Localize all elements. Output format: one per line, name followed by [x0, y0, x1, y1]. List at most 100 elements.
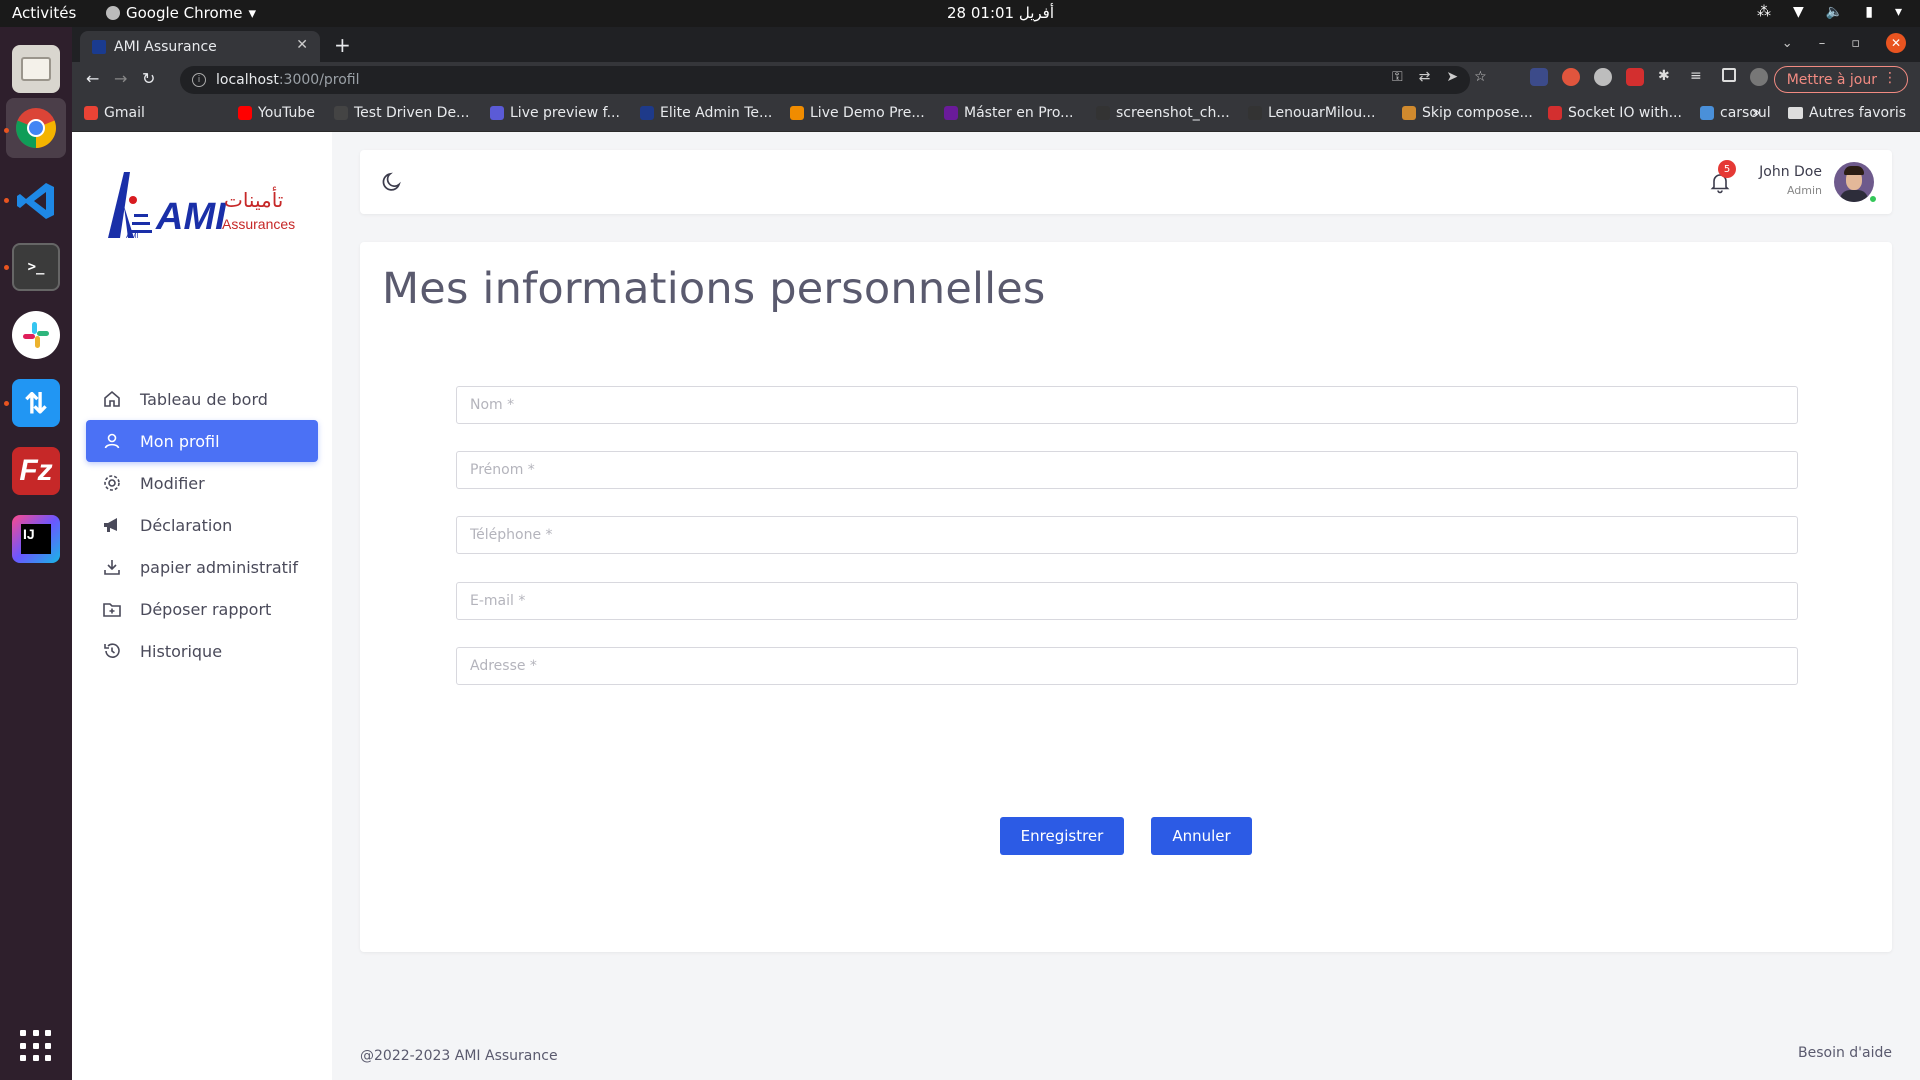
history-icon	[102, 641, 122, 661]
bookmark-label: Skip compose...	[1422, 105, 1533, 121]
slack-app-icon[interactable]	[12, 311, 60, 359]
sidebar-item-deposer-rapport[interactable]: Déposer rapport	[86, 588, 318, 630]
top-header: 5 John Doe Admin	[360, 150, 1892, 214]
translate-icon[interactable]: ⇄	[1419, 69, 1431, 85]
address-bar[interactable]: i localhost:3000/profil	[180, 66, 1470, 94]
user-role: Admin	[1786, 184, 1822, 197]
show-apps-icon[interactable]	[20, 1030, 52, 1062]
prenom-field[interactable]	[456, 451, 1798, 489]
extensions-area: ✱ ≡	[1530, 68, 1768, 86]
bookmark-star-icon[interactable]: ☆	[1474, 69, 1487, 85]
close-window-button[interactable]: ✕	[1886, 33, 1906, 53]
ami-logo[interactable]: AMI AMI تأمينات Assurances	[104, 166, 295, 246]
back-button[interactable]: ←	[86, 69, 99, 88]
system-tray[interactable]: ⁂ ▼ 🔈 ▮ ▾	[1757, 4, 1902, 20]
app-page: AMI AMI تأمينات Assurances Tableau de bo…	[72, 132, 1920, 1080]
bookmark-item[interactable]: Gmail	[84, 105, 145, 121]
tab-title: AMI Assurance	[114, 38, 217, 55]
user-name[interactable]: John Doe	[1759, 164, 1822, 180]
adresse-field[interactable]	[456, 647, 1798, 685]
save-button[interactable]: Enregistrer	[1000, 817, 1124, 855]
clock[interactable]: 28 أفريل 01:01	[947, 4, 1054, 22]
extension-pen-icon[interactable]	[1530, 68, 1548, 86]
close-tab-icon[interactable]: ✕	[296, 37, 308, 53]
bookmark-item[interactable]: Test Driven De...	[334, 105, 469, 121]
bookmark-label: Máster en Pro...	[964, 105, 1074, 121]
chrome-icon	[16, 108, 56, 148]
bookmark-label: Socket IO with...	[1568, 105, 1682, 121]
vscode-icon	[17, 183, 54, 219]
update-chrome-button[interactable]: Mettre à jour ⋮	[1773, 66, 1908, 93]
bookmark-item[interactable]: Skip compose...	[1402, 105, 1533, 121]
reload-button[interactable]: ↻	[142, 69, 155, 88]
telephone-field[interactable]	[456, 516, 1798, 554]
browser-toolbar: ← → ↻ i localhost:3000/profil ⚿ ⇄ ➤ ☆ ✱ …	[72, 62, 1920, 97]
cancel-button[interactable]: Annuler	[1151, 817, 1252, 855]
sidebar-item-mon-profil[interactable]: Mon profil	[86, 420, 318, 462]
minimize-button[interactable]: –	[1819, 36, 1826, 51]
email-field[interactable]	[456, 582, 1798, 620]
terminal-app-icon[interactable]: >_	[12, 243, 60, 291]
system-top-bar: Activités Google Chrome ▾ 28 أفريل 01:01…	[0, 0, 1920, 27]
sidebar-item-label: Déposer rapport	[140, 599, 272, 619]
profile-icon[interactable]	[1750, 68, 1768, 86]
intellij-app-icon[interactable]: IJ	[12, 515, 60, 563]
side-panel-icon[interactable]	[1722, 68, 1736, 82]
bookmark-item[interactable]: LenouarMilou...	[1248, 105, 1375, 121]
bookmark-item[interactable]: Socket IO with...	[1548, 105, 1682, 121]
app-menu[interactable]: Google Chrome ▾	[106, 4, 256, 22]
send-icon[interactable]: ➤	[1446, 69, 1458, 85]
filezilla-icon: Fz	[19, 454, 53, 487]
sidebar-item-declaration[interactable]: Déclaration	[86, 504, 318, 546]
running-indicator	[4, 265, 9, 270]
bookmark-item[interactable]: screenshot_ch...	[1096, 105, 1230, 121]
key-icon[interactable]: ⚿	[1392, 69, 1403, 85]
tab-ami-assurance[interactable]: AMI Assurance ✕	[80, 31, 320, 62]
reading-list-icon[interactable]: ≡	[1690, 68, 1708, 86]
sidebar-item-papier-administratif[interactable]: papier administratif	[86, 546, 318, 588]
bookmark-favicon-icon	[238, 106, 252, 120]
help-link[interactable]: Besoin d'aide	[1798, 1045, 1892, 1061]
folder-icon	[1788, 107, 1803, 119]
sidebar-item-label: Tableau de bord	[140, 389, 268, 409]
sidebar-item-modifier[interactable]: Modifier	[86, 462, 318, 504]
activities-button[interactable]: Activités	[12, 4, 76, 22]
extension-red-icon[interactable]	[1626, 68, 1644, 86]
sidebar-item-historique[interactable]: Historique	[86, 630, 318, 672]
site-favicon-icon	[92, 39, 106, 54]
other-bookmarks-folder[interactable]: Autres favoris	[1788, 105, 1906, 121]
transfer-app-icon[interactable]: ⇅	[12, 379, 60, 427]
bookmark-item[interactable]: Elite Admin Te...	[640, 105, 772, 121]
bookmark-label: Test Driven De...	[354, 105, 470, 121]
volume-icon: 🔈	[1825, 4, 1844, 20]
files-app-icon[interactable]	[12, 45, 60, 93]
nom-field[interactable]	[456, 386, 1798, 424]
extension-color-icon[interactable]	[1562, 68, 1580, 86]
puzzle-icon[interactable]: ✱	[1658, 68, 1676, 86]
new-tab-button[interactable]: +	[334, 33, 351, 57]
chrome-app-icon[interactable]	[6, 98, 66, 158]
bookmark-item[interactable]: Live preview f...	[490, 105, 620, 121]
site-info-icon[interactable]: i	[192, 73, 206, 87]
forward-button[interactable]: →	[114, 69, 127, 88]
vscode-app-icon[interactable]	[12, 177, 60, 225]
bookmark-item[interactable]: Máster en Pro...	[944, 105, 1074, 121]
extension-circle-icon[interactable]	[1594, 68, 1612, 86]
kebab-menu-icon[interactable]: ⋮	[1883, 70, 1897, 86]
maximize-button[interactable]: ▫	[1851, 36, 1860, 51]
moon-icon[interactable]	[380, 170, 404, 198]
filezilla-app-icon[interactable]: Fz	[12, 447, 60, 495]
tab-search-icon[interactable]: ⌄	[1782, 36, 1793, 51]
sidebar-item-label: papier administratif	[140, 557, 298, 577]
logo-text: AMI	[156, 196, 226, 238]
network-icon: ⁂	[1757, 4, 1772, 20]
running-indicator	[4, 128, 9, 133]
notification-badge: 5	[1718, 160, 1736, 178]
sidebar-item-tableau-de-bord[interactable]: Tableau de bord	[86, 378, 318, 420]
logo-arabic: تأمينات	[224, 188, 284, 212]
bookmark-item[interactable]: Live Demo Pre...	[790, 105, 925, 121]
bookmark-favicon-icon	[84, 106, 98, 120]
wifi-icon: ▼	[1793, 4, 1804, 20]
bookmark-item[interactable]: YouTube	[238, 105, 315, 121]
more-bookmarks-button[interactable]: »	[1752, 105, 1761, 121]
